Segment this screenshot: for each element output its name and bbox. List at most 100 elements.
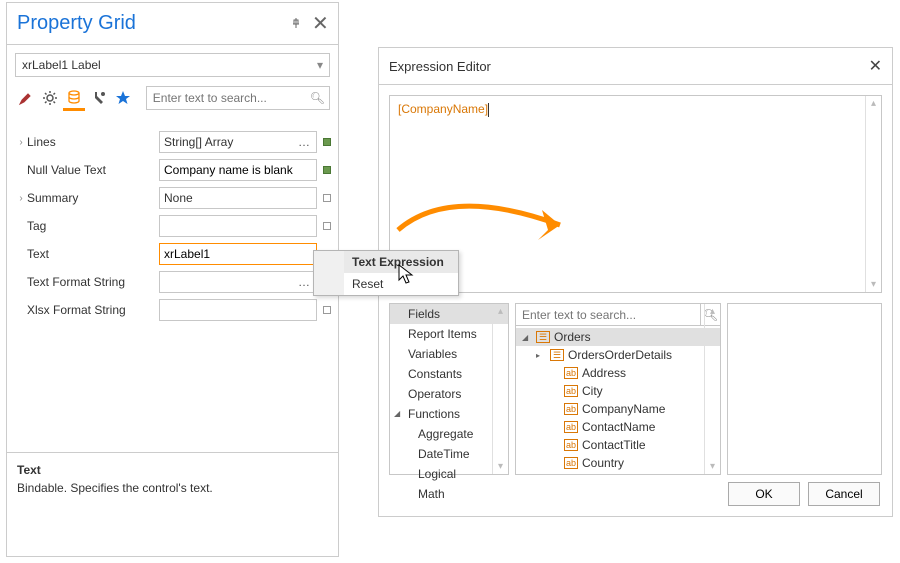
dialog-buttons: OK Cancel — [728, 482, 880, 506]
prop-value-lines[interactable]: String[] Array … — [159, 131, 317, 153]
category-report-items[interactable]: Report Items — [390, 324, 508, 344]
prop-value-text: String[] Array — [164, 135, 233, 149]
prop-row-summary: ›Summary None — [15, 185, 330, 211]
chevron-down-icon: ▾ — [317, 58, 323, 72]
tab-data[interactable] — [63, 85, 85, 111]
field-tree: 🔍︎ ◢☰Orders ▸☰OrdersOrderDetails abAddre… — [515, 303, 721, 475]
tab-favorites[interactable] — [112, 85, 134, 111]
table-icon: ☰ — [550, 349, 564, 361]
property-search[interactable]: 🔍︎ — [146, 86, 330, 110]
field-search[interactable]: 🔍︎ — [516, 304, 720, 326]
tree-node-contacttitle[interactable]: abContactTitle — [516, 436, 720, 454]
prop-label: Xlsx Format String — [27, 303, 126, 317]
dialog-title: Expression Editor — [389, 59, 491, 74]
expression-picker: Fields Report Items Variables Constants … — [389, 303, 882, 475]
close-icon[interactable]: ✕ — [869, 56, 882, 76]
ellipsis-button[interactable]: … — [296, 135, 312, 149]
tree-node-orderdetails[interactable]: ▸ ☰ OrdersOrderDetails — [516, 346, 720, 364]
value-marker[interactable] — [323, 306, 331, 314]
field-icon: ab — [564, 439, 578, 451]
category-constants[interactable]: Constants — [390, 364, 508, 384]
expression-token: [CompanyName] — [398, 102, 488, 116]
prop-label: Lines — [27, 135, 56, 149]
prop-input[interactable] — [164, 247, 319, 261]
tree-node-orders[interactable]: ◢☰Orders — [516, 328, 720, 346]
pin-icon[interactable] — [288, 12, 304, 35]
value-marker[interactable] — [323, 194, 331, 202]
category-datetime[interactable]: DateTime — [390, 444, 508, 464]
category-aggregate[interactable]: Aggregate — [390, 424, 508, 444]
prop-value-text-field[interactable] — [159, 243, 317, 265]
prop-label: Text Format String — [27, 275, 125, 289]
value-marker[interactable] — [323, 222, 331, 230]
tree-node-address[interactable]: abAddress — [516, 364, 720, 382]
prop-value-nullvalue[interactable] — [159, 159, 317, 181]
search-icon: 🔍︎ — [310, 91, 325, 105]
prop-value-textformat[interactable]: … — [159, 271, 317, 293]
tree-label: Country — [582, 456, 624, 470]
category-list: Fields Report Items Variables Constants … — [389, 303, 509, 475]
prop-value-tag[interactable] — [159, 215, 317, 237]
prop-input[interactable] — [164, 219, 319, 233]
category-math[interactable]: Math — [390, 484, 508, 504]
prop-row-nullvaluetext: Null Value Text — [15, 157, 330, 183]
text-cursor — [488, 103, 489, 117]
scrollbar[interactable]: ▴▾ — [865, 96, 881, 292]
scroll-down-icon[interactable]: ▾ — [710, 461, 715, 472]
prop-row-xlsxformat: Xlsx Format String — [15, 297, 330, 323]
property-toolbar: 🔍︎ — [7, 85, 338, 111]
description-title: Text — [17, 463, 328, 477]
tree-node-companyname[interactable]: abCompanyName — [516, 400, 720, 418]
prop-value-summary[interactable]: None — [159, 187, 317, 209]
prop-row-text: Text — [15, 241, 330, 267]
category-variables[interactable]: Variables — [390, 344, 508, 364]
value-marker[interactable] — [323, 166, 331, 174]
scroll-down-icon[interactable]: ▾ — [498, 461, 503, 472]
tree-node-city[interactable]: ab City — [516, 382, 720, 400]
tree-label: City — [582, 384, 603, 398]
scroll-down-icon[interactable]: ▾ — [871, 279, 876, 290]
prop-value-xlsxformat[interactable] — [159, 299, 317, 321]
expand-icon[interactable]: › — [15, 193, 27, 204]
scroll-up-icon[interactable]: ▴ — [498, 306, 503, 317]
close-icon[interactable]: ✕ — [312, 11, 328, 36]
tab-design[interactable] — [87, 85, 109, 111]
scroll-up-icon[interactable]: ▴ — [871, 98, 876, 109]
tab-behavior[interactable] — [39, 85, 61, 111]
scrollbar[interactable]: ▴▾ — [704, 304, 720, 474]
prop-input[interactable] — [164, 303, 319, 317]
table-icon: ☰ — [536, 331, 550, 343]
prop-row-textformat: Text Format String … — [15, 269, 330, 295]
tab-appearance[interactable] — [15, 85, 37, 111]
value-marker[interactable] — [323, 138, 331, 146]
prop-row-tag: Tag — [15, 213, 330, 239]
category-functions[interactable]: Functions — [390, 404, 508, 424]
category-fields[interactable]: Fields — [390, 304, 508, 324]
prop-label: Null Value Text — [27, 163, 106, 177]
prop-input[interactable] — [164, 163, 319, 177]
scrollbar[interactable]: ▴▾ — [492, 304, 508, 474]
field-tree-body: ◢☰Orders ▸☰OrdersOrderDetails abAddress … — [516, 326, 720, 474]
tree-node-country[interactable]: abCountry — [516, 454, 720, 472]
cancel-button[interactable]: Cancel — [808, 482, 880, 506]
expand-icon[interactable]: ▸ — [536, 351, 546, 360]
ellipsis-button[interactable]: … — [296, 275, 312, 289]
description-panel: Text Bindable. Specifies the control's t… — [7, 452, 338, 556]
scroll-up-icon[interactable]: ▴ — [710, 306, 715, 317]
category-logical[interactable]: Logical — [390, 464, 508, 484]
field-icon: ab — [564, 385, 578, 397]
prop-label: Summary — [27, 191, 78, 205]
property-search-input[interactable] — [151, 89, 310, 107]
field-search-input[interactable] — [516, 304, 700, 325]
ok-button[interactable]: OK — [728, 482, 800, 506]
expand-icon[interactable]: ◢ — [522, 333, 532, 342]
expand-icon[interactable]: › — [15, 137, 27, 148]
panel-title: Property Grid — [17, 12, 136, 35]
expression-textarea[interactable]: [CompanyName] ▴▾ — [389, 95, 882, 293]
tree-node-contactname[interactable]: abContactName — [516, 418, 720, 436]
object-selector[interactable]: xrLabel1 Label ▾ — [15, 53, 330, 77]
prop-label: Tag — [27, 219, 46, 233]
tree-label: OrdersOrderDetails — [568, 348, 672, 362]
field-icon: ab — [564, 403, 578, 415]
category-operators[interactable]: Operators — [390, 384, 508, 404]
